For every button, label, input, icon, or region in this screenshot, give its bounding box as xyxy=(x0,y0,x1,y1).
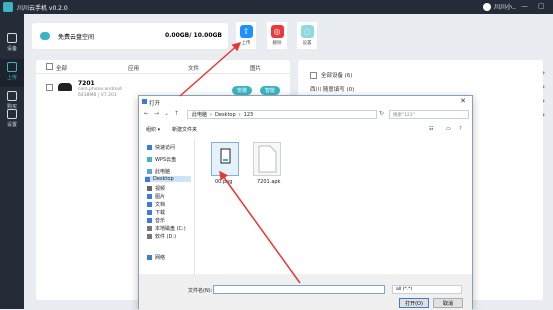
annotation-arrows xyxy=(179,42,301,284)
arrow-to-file xyxy=(219,170,301,284)
arrow-to-upload xyxy=(179,42,242,97)
